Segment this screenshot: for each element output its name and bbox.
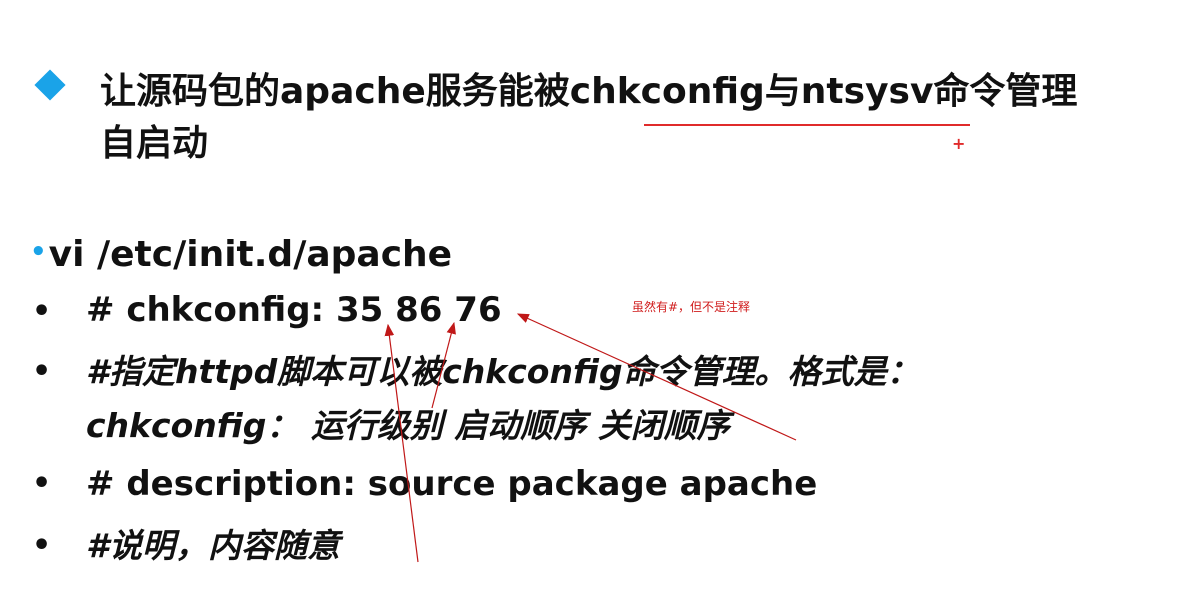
arrow-to-stop-order (516, 313, 797, 441)
arrow-to-run-level (384, 323, 419, 563)
arrow-to-start-order (431, 321, 456, 409)
annotation-arrows (384, 313, 797, 563)
